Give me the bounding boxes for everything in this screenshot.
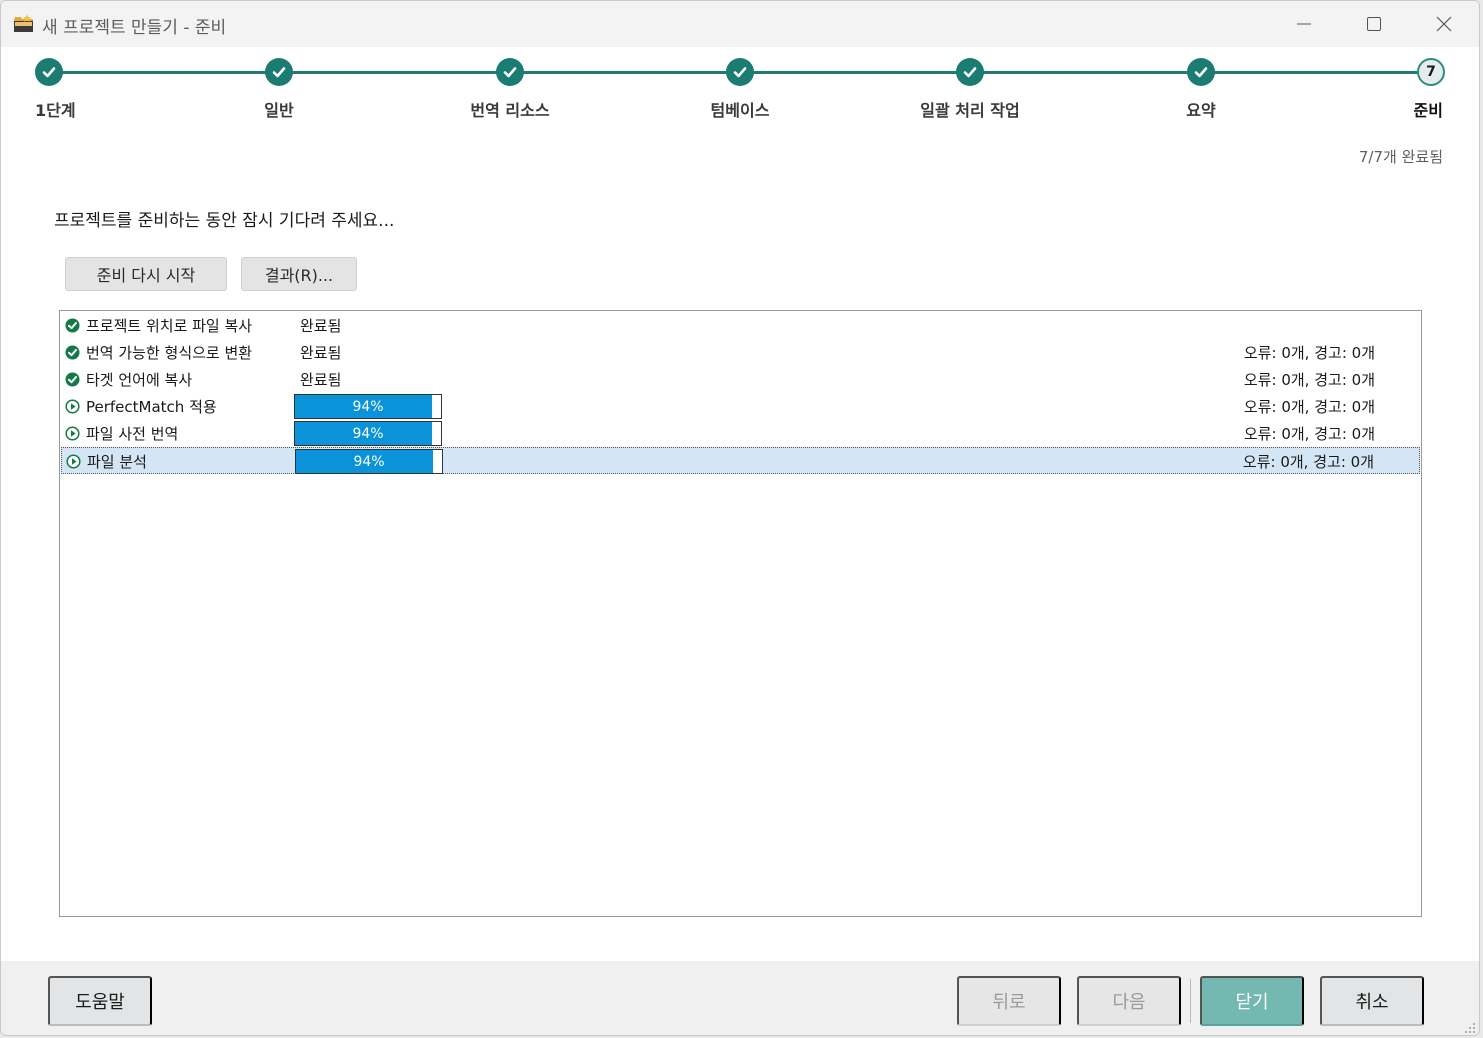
task-row[interactable]: 타겟 언어에 복사 완료됨 오류: 0개, 경고: 0개 [61,366,1420,393]
check-circle-icon [65,372,80,387]
step-marker-3 [496,58,524,86]
progress-text: 94% [353,453,385,470]
step-marker-1 [35,58,63,86]
check-icon [963,67,977,78]
task-errors: 오류: 0개, 경고: 0개 [1243,398,1375,416]
task-errors: 오류: 0개, 경고: 0개 [1243,344,1375,362]
check-icon [733,67,747,78]
task-errors: 오류: 0개, 경고: 0개 [1243,425,1375,443]
task-status: 완료됨 [300,371,342,389]
step-label-7[interactable]: 준비 [1414,97,1443,121]
task-name: PerfectMatch 적용 [86,398,217,416]
restart-preparation-button[interactable]: 준비 다시 시작 [65,257,227,291]
task-name: 파일 분석 [87,453,147,471]
task-row[interactable]: 번역 가능한 형식으로 변환 완료됨 오류: 0개, 경고: 0개 [61,339,1420,366]
window-title: 새 프로젝트 만들기 - 준비 [42,18,227,38]
step-label-4[interactable]: 텀베이스 [711,97,770,121]
task-status: 완료됨 [300,317,342,335]
task-errors: 오류: 0개, 경고: 0개 [1243,371,1375,389]
step-marker-5 [956,58,984,86]
minimize-icon [1297,23,1311,25]
task-progress-bar: 94% [294,394,442,419]
step-label-5[interactable]: 일괄 처리 작업 [920,97,1019,121]
step-number: 7 [1426,64,1436,80]
task-name: 번역 가능한 형식으로 변환 [86,344,253,362]
check-icon [1194,67,1208,78]
check-icon [272,67,286,78]
task-name: 타겟 언어에 복사 [86,371,193,389]
step-label-6[interactable]: 요약 [1186,97,1215,121]
close-icon [1436,16,1452,32]
task-status: 완료됨 [300,344,342,362]
maximize-button[interactable] [1339,1,1409,47]
task-progress-bar: 94% [295,449,443,474]
task-errors: 오류: 0개, 경고: 0개 [1242,453,1374,471]
task-list[interactable]: 프로젝트 위치로 파일 복사 완료됨 번역 가능한 형식으로 변환 완료됨 오류: 0개… [59,310,1422,917]
step-marker-6 [1187,58,1215,86]
completed-count: 7/7개 완료됨 [1358,148,1443,166]
task-row[interactable]: 파일 사전 번역 94% 오류: 0개, 경고: 0개 [61,420,1420,447]
play-circle-icon [65,426,80,441]
task-row[interactable]: 파일 분석 94% 오류: 0개, 경고: 0개 [61,447,1420,474]
resize-grip-icon[interactable] [1462,1020,1476,1034]
check-circle-icon [65,318,80,333]
maximize-icon [1367,17,1381,31]
step-label-1[interactable]: 1단계 [35,97,76,121]
close-window-button[interactable] [1409,1,1479,47]
progress-text: 94% [352,398,384,415]
check-circle-icon [65,345,80,360]
task-name: 파일 사전 번역 [86,425,179,443]
help-button[interactable]: 도움말 [48,976,152,1026]
check-icon [42,67,56,78]
next-button[interactable]: 다음 [1077,976,1181,1026]
task-row[interactable]: PerfectMatch 적용 94% 오류: 0개, 경고: 0개 [61,393,1420,420]
task-row[interactable]: 프로젝트 위치로 파일 복사 완료됨 [61,312,1420,339]
wizard-stepper: 1단계 일반 번역 리소스 텀베이스 일괄 처리 작업 요약 7 준비 [1,47,1479,137]
new-project-window: 새 프로젝트 만들기 - 준비 1단계 일반 번역 리소스 텀베이스 일괄 처리 작업 요… [0,0,1480,1036]
minimize-button[interactable] [1269,1,1339,47]
play-circle-icon [66,454,81,469]
footer-divider [1190,979,1191,1023]
play-circle-icon [65,399,80,414]
step-marker-4 [726,58,754,86]
step-label-3[interactable]: 번역 리소스 [470,97,549,121]
results-button[interactable]: 결과(R)... [241,257,357,291]
title-bar: 새 프로젝트 만들기 - 준비 [1,1,1479,47]
footer-bar: 도움말 뒤로 다음 닫기 취소 [1,961,1479,1035]
back-button[interactable]: 뒤로 [957,976,1061,1026]
cancel-button[interactable]: 취소 [1320,976,1424,1026]
task-progress-bar: 94% [294,421,442,446]
wait-message: 프로젝트를 준비하는 동안 잠시 기다려 주세요... [54,211,395,231]
task-name: 프로젝트 위치로 파일 복사 [86,317,253,335]
folder-star-icon [14,14,33,32]
step-marker-7: 7 [1417,58,1445,86]
check-icon [503,67,517,78]
step-label-2[interactable]: 일반 [264,97,293,121]
progress-text: 94% [352,425,384,442]
close-button[interactable]: 닫기 [1200,976,1304,1026]
step-marker-2 [265,58,293,86]
